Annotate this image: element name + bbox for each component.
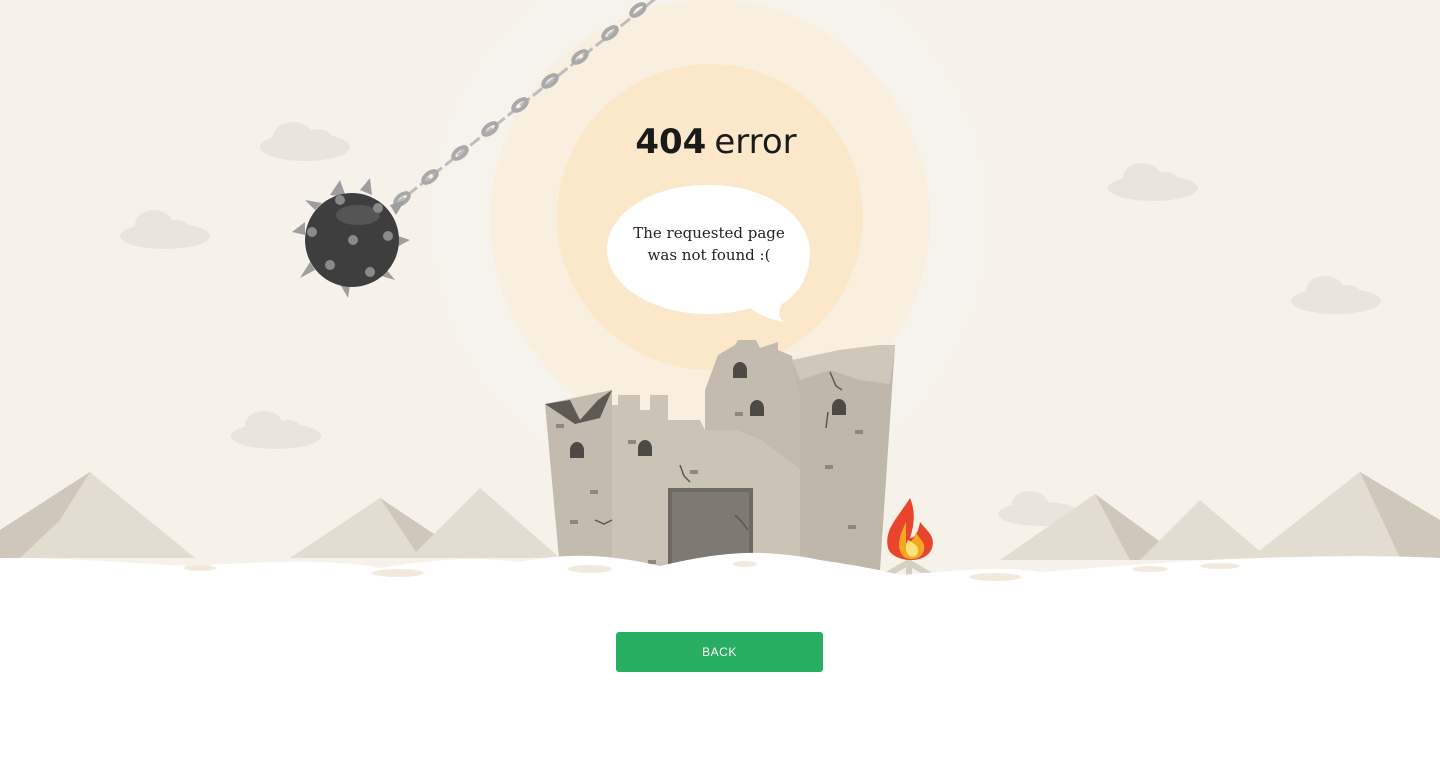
error-message-line-1: The requested page bbox=[633, 224, 785, 242]
error-page: 404 error The requested page was not foun… bbox=[0, 0, 1440, 768]
error-illustration bbox=[0, 0, 1440, 600]
error-message-line-2: was not found :( bbox=[647, 246, 771, 264]
back-button[interactable]: BACK bbox=[616, 632, 823, 672]
error-heading: 404 error bbox=[0, 122, 1432, 162]
error-code: 404 bbox=[635, 122, 707, 162]
error-word: error bbox=[714, 122, 797, 162]
error-message: The requested page was not found :( bbox=[609, 222, 809, 266]
